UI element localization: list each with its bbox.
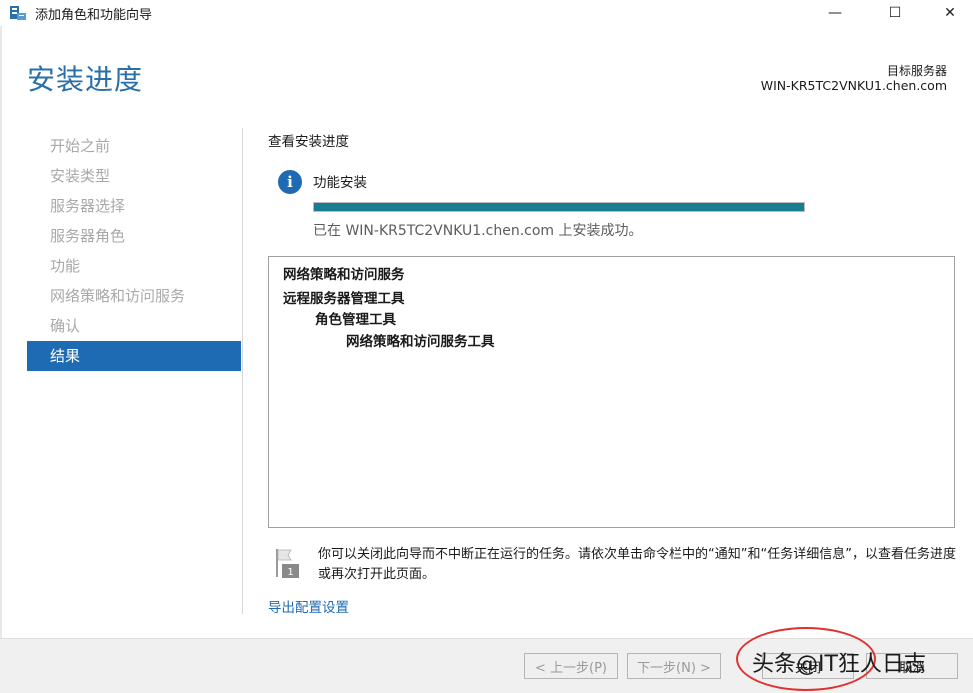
page-title: 安装进度: [27, 63, 144, 96]
nav-item-before-you-begin: 开始之前: [50, 137, 111, 155]
install-status-text: 已在 WIN-KR5TC2VNKU1.chen.com 上安装成功。: [313, 223, 643, 239]
watermark-text: 头条@IT狂人日志: [752, 652, 926, 677]
target-server-value: WIN-KR5TC2VNKU1.chen.com: [760, 78, 947, 93]
info-icon: i: [278, 170, 302, 194]
nav-item-npas: 网络策略和访问服务: [50, 287, 186, 305]
note-text: 你可以关闭此向导而不中断正在运行的任务。请依次单击命令栏中的“通知”和“任务详细…: [318, 547, 956, 582]
install-progress-bar: [313, 202, 805, 212]
flag-notification-icon: 1: [276, 549, 299, 578]
next-button[interactable]: 下一步(N) >: [627, 653, 721, 679]
wizard-step-nav: 开始之前 安装类型 服务器选择 服务器角色 功能 网络策略和访问服务 确认 结果: [27, 131, 241, 371]
nav-item-results[interactable]: 结果: [27, 341, 241, 371]
result-item-npas: 网络策略和访问服务: [283, 267, 405, 283]
export-config-link[interactable]: 导出配置设置: [268, 596, 349, 616]
nav-item-confirmation: 确认: [50, 317, 81, 335]
close-window-button[interactable]: ✕: [927, 0, 973, 26]
window-title: 添加角色和功能向导: [35, 8, 153, 23]
note-badge-number: 1: [287, 567, 293, 578]
nav-divider: [242, 128, 243, 614]
nav-item-features: 功能: [50, 257, 81, 275]
nav-item-server-roles: 服务器角色: [50, 227, 126, 245]
feature-install-label: 功能安装: [313, 175, 367, 191]
install-progress-fill: [314, 203, 804, 211]
result-item-role-admin-tools: 角色管理工具: [315, 312, 396, 328]
nav-item-installation-type: 安装类型: [50, 167, 111, 185]
previous-button[interactable]: < 上一步(P): [524, 653, 618, 679]
window-left-edge: [0, 26, 2, 693]
section-heading: 查看安装进度: [268, 134, 349, 150]
maximize-button[interactable]: ☐: [872, 0, 918, 26]
target-server-label: 目标服务器: [886, 64, 947, 78]
nav-item-server-selection: 服务器选择: [50, 197, 126, 215]
result-item-npas-tools: 网络策略和访问服务工具: [346, 334, 495, 350]
minimize-button[interactable]: —: [812, 0, 858, 26]
result-item-rsat: 远程服务器管理工具: [283, 291, 405, 307]
title-bar: 添加角色和功能向导 — ☐ ✕: [0, 0, 973, 26]
results-list: 网络策略和访问服务 远程服务器管理工具 角色管理工具 网络策略和访问服务工具: [268, 256, 955, 528]
server-manager-icon: [10, 6, 26, 20]
